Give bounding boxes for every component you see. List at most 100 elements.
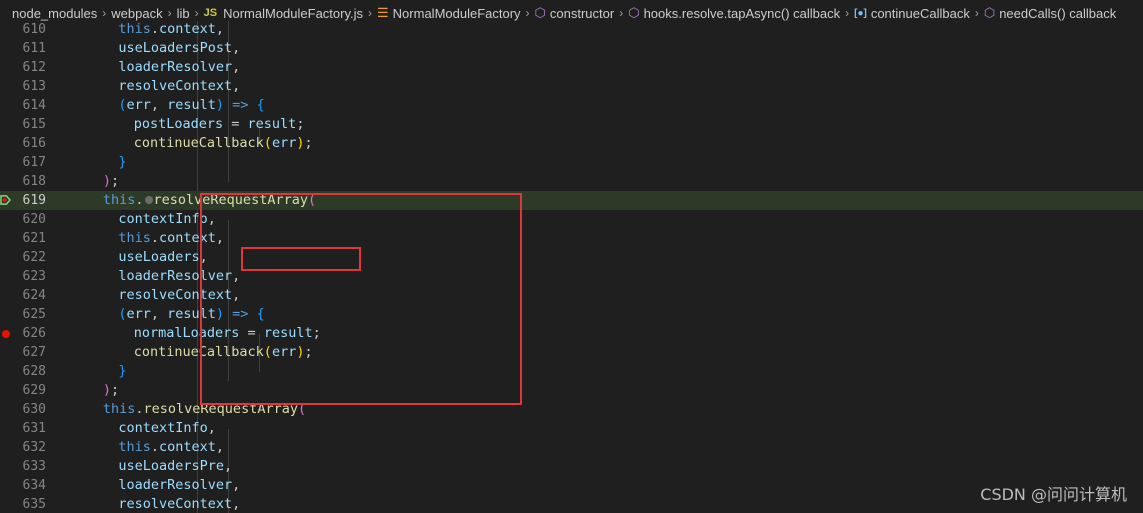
code-token: } (118, 154, 127, 170)
line-number[interactable]: 621 (0, 229, 46, 248)
code-text[interactable]: this.context, (118, 438, 224, 457)
breadcrumb-item[interactable]: ⬡ constructor (535, 5, 615, 21)
chevron-right-icon: › (525, 6, 530, 20)
line-number[interactable]: 631 (0, 419, 46, 438)
code-text[interactable]: resolveContext, (118, 77, 240, 96)
code-line[interactable]: 632 this.context, (0, 438, 1143, 457)
line-number[interactable]: 617 (0, 153, 46, 172)
breakpoint-icon[interactable] (2, 330, 10, 338)
line-number[interactable]: 623 (0, 267, 46, 286)
code-line[interactable]: 610 this.context, (0, 21, 1143, 39)
code-line[interactable]: 615 postLoaders = result; (0, 115, 1143, 134)
code-text[interactable]: resolveContext, (118, 495, 240, 513)
code-line[interactable]: 631 contextInfo, (0, 419, 1143, 438)
line-number[interactable]: 632 (0, 438, 46, 457)
code-text[interactable]: ); (103, 172, 119, 191)
code-text[interactable]: loaderResolver, (118, 267, 240, 286)
code-line[interactable]: 612 loaderResolver, (0, 58, 1143, 77)
code-text[interactable]: loaderResolver, (118, 476, 240, 495)
code-token: , (207, 211, 216, 227)
code-token: } (118, 363, 127, 379)
breadcrumb-item[interactable]: ⬡ hooks.resolve.tapAsync() callback (628, 5, 840, 21)
line-number[interactable]: 615 (0, 115, 46, 134)
line-number[interactable]: 614 (0, 96, 46, 115)
breadcrumb-item[interactable]: webpack (111, 6, 162, 21)
line-number[interactable]: 620 (0, 210, 46, 229)
code-line[interactable]: 634 loaderResolver, (0, 476, 1143, 495)
code-line[interactable]: 619 this. resolveRequestArray( (0, 191, 1143, 210)
code-text[interactable]: resolveContext, (118, 286, 240, 305)
code-editor[interactable]: 610 this.context, 611 useLoadersPost, 612 loa… (0, 21, 1143, 513)
code-line[interactable]: 633 useLoadersPre, (0, 457, 1143, 476)
line-number[interactable]: 625 (0, 305, 46, 324)
breadcrumb-item[interactable]: JS NormalModuleFactory.js (204, 6, 363, 21)
code-text[interactable]: postLoaders = result; (134, 115, 305, 134)
line-number[interactable]: 629 (0, 381, 46, 400)
breadcrumb-item[interactable]: node_modules (12, 6, 97, 21)
current-breakpoint-arrow-icon[interactable] (0, 195, 11, 205)
code-text[interactable]: } (118, 362, 126, 381)
code-text[interactable]: this.resolveRequestArray( (103, 191, 316, 210)
code-line[interactable]: 626 normalLoaders = result; (0, 324, 1143, 343)
code-token: , (215, 230, 225, 246)
code-text[interactable]: ); (103, 381, 119, 400)
code-text[interactable]: this.context, (118, 229, 224, 248)
line-number[interactable]: 627 (0, 343, 46, 362)
code-line[interactable]: 618); (0, 172, 1143, 191)
code-token: => (232, 306, 249, 322)
line-number[interactable]: 628 (0, 362, 46, 381)
code-text[interactable]: (err, result) => { (118, 96, 264, 115)
code-text[interactable]: this.resolveRequestArray( (103, 400, 306, 419)
code-token: result (247, 116, 297, 132)
code-line[interactable]: 627 continueCallback(err); (0, 343, 1143, 362)
code-text[interactable]: useLoaders, (118, 248, 207, 267)
code-line[interactable]: 622 useLoaders, (0, 248, 1143, 267)
line-number[interactable]: 616 (0, 134, 46, 153)
code-line[interactable]: 616 continueCallback(err); (0, 134, 1143, 153)
code-line[interactable]: 624 resolveContext, (0, 286, 1143, 305)
code-text[interactable]: useLoadersPre, (118, 457, 232, 476)
line-number[interactable]: 633 (0, 457, 46, 476)
line-number[interactable]: 612 (0, 58, 46, 77)
line-number[interactable]: 611 (0, 39, 46, 58)
code-line[interactable]: 630 this.resolveRequestArray( (0, 400, 1143, 419)
code-text[interactable]: continueCallback(err); (134, 343, 313, 362)
code-token: useLoadersPre (118, 458, 224, 474)
breadcrumb-item[interactable]: ☰ NormalModuleFactory (377, 5, 521, 21)
line-number[interactable]: 618 (0, 172, 46, 191)
code-line[interactable]: 613 resolveContext, (0, 77, 1143, 96)
code-text[interactable]: this.context, (118, 21, 224, 39)
code-text[interactable]: contextInfo, (118, 210, 216, 229)
line-number[interactable]: 610 (0, 21, 46, 39)
code-text[interactable]: normalLoaders = result; (134, 324, 321, 343)
code-line[interactable]: 614 (err, result) => { (0, 96, 1143, 115)
breadcrumb-item[interactable]: [●] continueCallback (854, 6, 970, 21)
code-text[interactable]: loaderResolver, (118, 58, 240, 77)
code-line[interactable]: 621 this.context, (0, 229, 1143, 248)
code-line[interactable]: 625 (err, result) => { (0, 305, 1143, 324)
code-token: ) (102, 173, 112, 189)
code-line[interactable]: 628} (0, 362, 1143, 381)
code-text[interactable]: } (118, 153, 126, 172)
code-text[interactable]: continueCallback(err); (134, 134, 313, 153)
line-number[interactable]: 635 (0, 495, 46, 513)
code-line[interactable]: 635 resolveContext, (0, 495, 1143, 513)
code-line[interactable]: 611 useLoadersPost, (0, 39, 1143, 58)
code-line[interactable]: 623 loaderResolver, (0, 267, 1143, 286)
code-text[interactable]: useLoadersPost, (118, 39, 240, 58)
code-text[interactable]: (err, result) => { (118, 305, 264, 324)
inline-breakpoint-icon[interactable] (144, 196, 153, 204)
code-line[interactable]: 620 contextInfo, (0, 210, 1143, 229)
line-number[interactable]: 624 (0, 286, 46, 305)
line-number[interactable]: 634 (0, 476, 46, 495)
code-line[interactable]: 629); (0, 381, 1143, 400)
code-token: . (150, 230, 159, 246)
breadcrumb-item[interactable]: lib (177, 6, 190, 21)
code-text[interactable]: contextInfo, (118, 419, 216, 438)
line-number[interactable]: 613 (0, 77, 46, 96)
line-number[interactable]: 630 (0, 400, 46, 419)
breadcrumb-item[interactable]: ⬡ needCalls() callback (984, 5, 1116, 21)
code-token: this (102, 192, 136, 208)
code-line[interactable]: 617} (0, 153, 1143, 172)
line-number[interactable]: 622 (0, 248, 46, 267)
